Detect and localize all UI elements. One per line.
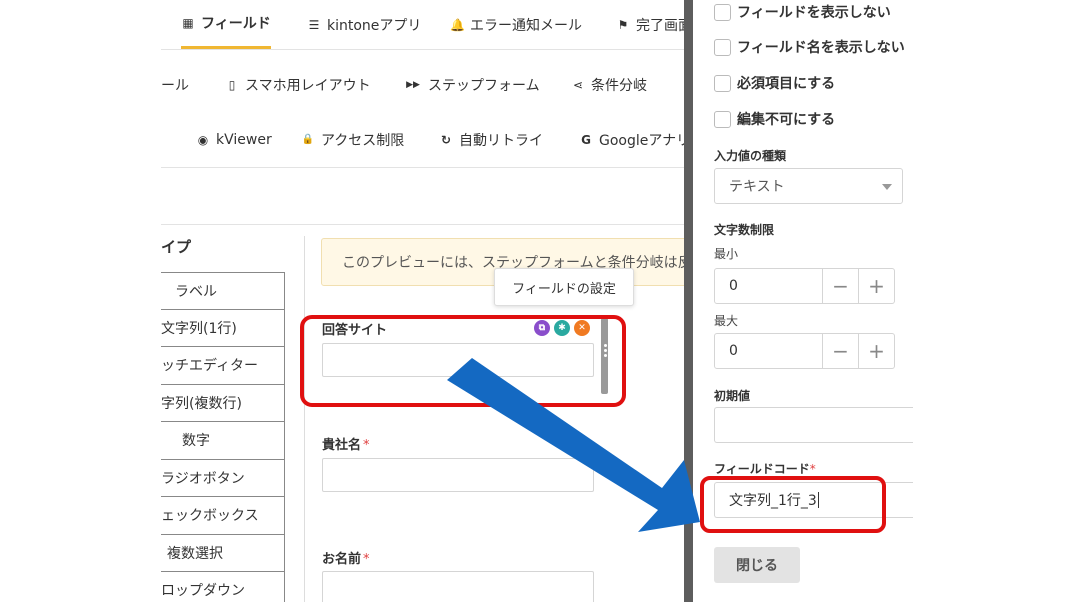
tab-mobile-layout[interactable]: ▯ スマホ用レイアウト: [225, 57, 371, 112]
max-stepper: 0 − +: [714, 333, 896, 369]
tab-complete-screen[interactable]: ⚑ 完了画面: [616, 0, 692, 49]
main-tab-row: ▦ フィールド ☰ kintoneアプリ 🔔 エラー通知メール ⚑ 完了画面: [161, 0, 692, 50]
flag-icon: ⚑: [617, 17, 629, 32]
mobile-icon: ▯: [228, 77, 236, 92]
tab-label: 条件分岐: [591, 77, 647, 94]
gear-icon[interactable]: ✱: [554, 320, 570, 336]
tab-label: kintoneアプリ: [327, 17, 422, 34]
tab-kintone-app[interactable]: ☰ kintoneアプリ: [307, 0, 422, 49]
input-type-select[interactable]: テキスト: [714, 168, 903, 204]
readonly-checkbox[interactable]: 編集不可にする: [714, 109, 835, 129]
field-type-heading: イプ: [161, 238, 192, 256]
form-builder-screen: ▦ フィールド ☰ kintoneアプリ 🔔 エラー通知メール ⚑ 完了画面 ー…: [161, 0, 913, 602]
min-increment-button[interactable]: +: [859, 268, 895, 304]
tab-label: アクセス制限: [321, 132, 405, 149]
field-label-company: 貴社名 *: [322, 438, 370, 453]
field-type-label[interactable]: ラベル: [161, 272, 285, 310]
tab-label: kViewer: [216, 131, 272, 148]
hide-field-name-checkbox[interactable]: フィールド名を表示しない: [714, 37, 905, 57]
char-limit-label: 文字数制限: [714, 223, 775, 237]
field-settings-panel: フィールドを表示しない フィールド名を表示しない 必須項目にする 編集不可にする…: [693, 0, 913, 602]
fast-forward-icon: ▶▶: [406, 79, 420, 90]
field-type-rich-editor[interactable]: ッチエディター: [161, 347, 285, 385]
retry-icon: ↻: [440, 132, 452, 147]
bell-icon: 🔔: [450, 17, 465, 32]
drag-handle-icon: [604, 344, 607, 359]
grid-icon: ▦: [182, 16, 194, 30]
toolbar-row: [161, 169, 691, 225]
name-input[interactable]: [322, 571, 594, 602]
field-type-checkbox[interactable]: ェックボックス: [161, 497, 285, 535]
field-type-text-multi[interactable]: 字列(複数行): [161, 384, 285, 422]
tab-label: スマホ用レイアウト: [245, 77, 371, 94]
tab-auto-retry[interactable]: ↻ 自動リトライ: [439, 112, 543, 167]
tab-label: フィールド: [201, 16, 271, 32]
min-label: 最小: [714, 247, 739, 261]
lock-icon: 🔒: [301, 134, 315, 145]
required-checkbox[interactable]: 必須項目にする: [714, 73, 835, 93]
tab-label: エラー通知メール: [470, 17, 582, 34]
field-settings-tooltip: フィールドの設定: [494, 268, 634, 306]
field-code-label: フィールドコード*: [714, 462, 816, 476]
tab-error-mail[interactable]: 🔔 エラー通知メール: [450, 0, 582, 49]
tab-field[interactable]: ▦ フィールド: [181, 0, 271, 49]
tab-access-restriction[interactable]: 🔒 アクセス制限: [301, 112, 405, 167]
tab-kviewer[interactable]: ◉ kViewer: [196, 112, 272, 167]
answer-site-input[interactable]: [322, 343, 594, 377]
tab-label: ール: [161, 77, 189, 94]
min-stepper: 0 − +: [714, 268, 896, 304]
tab-label: Googleアナリ: [599, 132, 691, 149]
tab-step-form[interactable]: ▶▶ ステップフォーム: [404, 57, 540, 112]
default-value-input[interactable]: [714, 407, 913, 443]
hide-field-checkbox[interactable]: フィールドを表示しない: [714, 2, 891, 22]
field-type-number[interactable]: 数字: [161, 422, 285, 460]
branch-icon: ⋖: [572, 77, 584, 92]
max-increment-button[interactable]: +: [859, 333, 895, 369]
field-type-multi-select[interactable]: 複数選択: [161, 534, 285, 572]
tab-mail[interactable]: ール: [161, 57, 189, 112]
close-icon[interactable]: ✕: [574, 320, 590, 336]
copy-icon[interactable]: ⧉: [534, 320, 550, 336]
field-code-input[interactable]: 文字列_1行_3: [714, 482, 913, 518]
google-icon: G: [581, 132, 591, 147]
sub-tab-row: ール ▯ スマホ用レイアウト ▶▶ ステップフォーム ⋖ 条件分岐: [161, 57, 691, 113]
min-input[interactable]: 0: [714, 268, 823, 304]
field-label-answer-site: 回答サイト: [322, 323, 388, 338]
tab-label: 自動リトライ: [459, 132, 543, 149]
tab-google-analytics[interactable]: G Googleアナリ: [579, 112, 690, 167]
field-type-radio[interactable]: ラジオボタン: [161, 459, 285, 497]
tab-conditional-branch[interactable]: ⋖ 条件分岐: [571, 57, 647, 112]
max-decrement-button[interactable]: −: [823, 333, 859, 369]
chevron-down-icon: [882, 184, 892, 190]
option-tab-row: ◉ kViewer 🔒 アクセス制限 ↻ 自動リトライ G Googleアナリ: [161, 112, 691, 168]
company-input[interactable]: [322, 458, 594, 492]
close-button[interactable]: 閉じる: [714, 547, 800, 583]
column-divider: [304, 236, 305, 602]
min-decrement-button[interactable]: −: [823, 268, 859, 304]
list-icon: ☰: [308, 17, 320, 32]
field-label-name: お名前 *: [322, 552, 370, 567]
field-type-list: ラベル 文字列(1行) ッチエディター 字列(複数行) 数字 ラジオボタン ェッ…: [161, 272, 285, 602]
default-value-label: 初期値: [714, 389, 751, 403]
panel-separator: [684, 0, 693, 602]
max-label: 最大: [714, 314, 739, 328]
input-type-label: 入力値の種類: [714, 149, 787, 163]
max-input[interactable]: 0: [714, 333, 823, 369]
field-type-text-single[interactable]: 文字列(1行): [161, 309, 285, 347]
tab-label: ステップフォーム: [428, 77, 540, 94]
field-type-dropdown[interactable]: ロップダウン: [161, 572, 285, 602]
eye-icon: ◉: [197, 132, 209, 147]
